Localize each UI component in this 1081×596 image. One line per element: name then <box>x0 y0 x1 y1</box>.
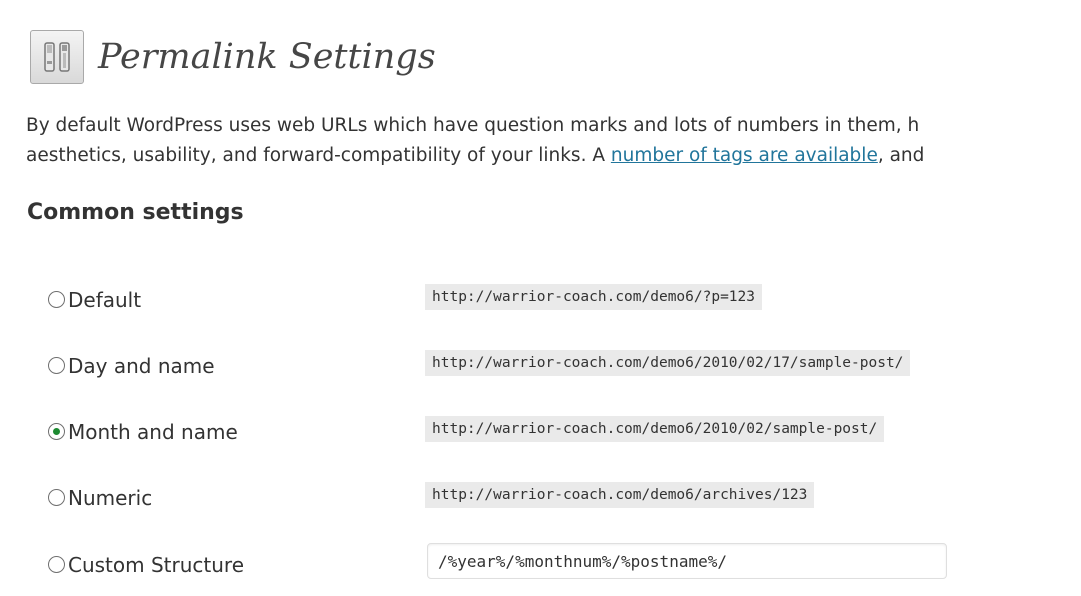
option-label-month-and-name[interactable]: Month and name <box>68 420 238 444</box>
radio-custom-structure[interactable] <box>48 556 65 573</box>
section-title-common-settings: Common settings <box>27 200 244 225</box>
option-row-day-and-name: Day and name http://warrior-coach.com/de… <box>0 348 1081 388</box>
intro-line-1: By default WordPress uses web URLs which… <box>26 115 920 136</box>
custom-structure-input[interactable] <box>427 543 947 579</box>
radio-day-and-name[interactable] <box>48 357 65 374</box>
option-row-numeric: Numeric http://warrior-coach.com/demo6/a… <box>0 480 1081 520</box>
settings-tools-icon <box>30 30 84 84</box>
option-label-custom-structure[interactable]: Custom Structure <box>68 553 244 577</box>
permalink-settings-page: Permalink Settings By default WordPress … <box>0 0 1081 596</box>
option-label-day-and-name[interactable]: Day and name <box>68 354 215 378</box>
option-row-default: Default http://warrior-coach.com/demo6/?… <box>0 282 1081 322</box>
available-tags-link[interactable]: number of tags are available <box>611 145 878 166</box>
option-row-custom-structure: Custom Structure <box>0 543 1081 583</box>
option-label-default[interactable]: Default <box>68 288 141 312</box>
example-url-numeric: http://warrior-coach.com/demo6/archives/… <box>425 482 815 508</box>
radio-month-and-name[interactable] <box>48 423 65 440</box>
example-url-day-and-name: http://warrior-coach.com/demo6/2010/02/1… <box>425 350 911 376</box>
page-title: Permalink Settings <box>98 37 436 77</box>
option-row-month-and-name: Month and name http://warrior-coach.com/… <box>0 414 1081 454</box>
radio-numeric[interactable] <box>48 489 65 506</box>
option-label-numeric[interactable]: Numeric <box>68 486 152 510</box>
page-header: Permalink Settings <box>30 30 436 84</box>
radio-default[interactable] <box>48 291 65 308</box>
intro-line-2-start: aesthetics, usability, and forward-compa… <box>26 145 611 166</box>
intro-line-2: aesthetics, usability, and forward-compa… <box>26 141 1081 171</box>
intro-text: By default WordPress uses web URLs which… <box>26 111 1081 171</box>
example-url-default: http://warrior-coach.com/demo6/?p=123 <box>425 284 763 310</box>
intro-line-2-end: , and <box>877 145 925 166</box>
example-url-month-and-name: http://warrior-coach.com/demo6/2010/02/s… <box>425 416 885 442</box>
